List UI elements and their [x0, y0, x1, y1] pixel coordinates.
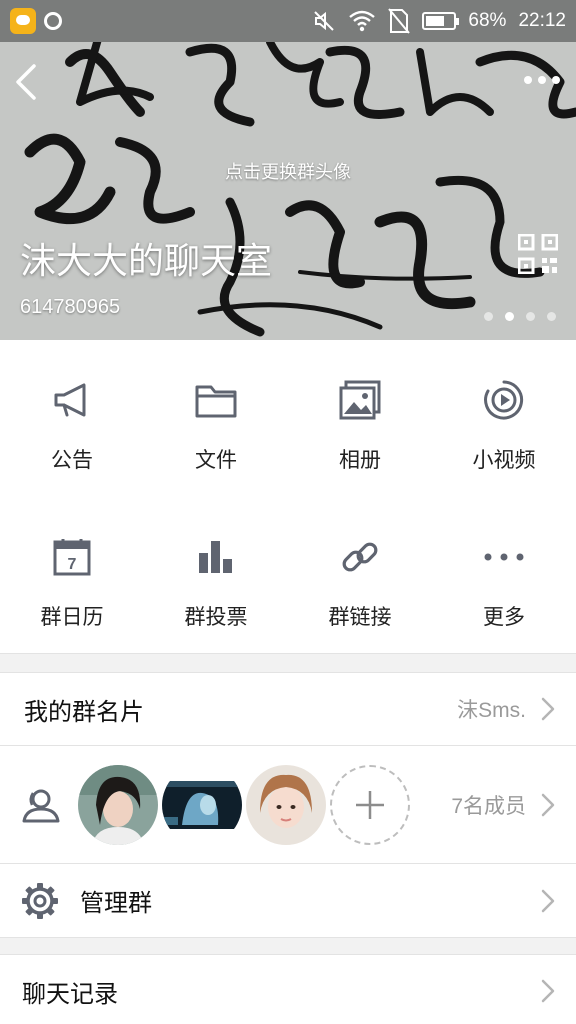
function-poll[interactable]: 群投票 [144, 497, 288, 654]
function-announcement[interactable]: 公告 [0, 340, 144, 497]
plus-icon [356, 790, 384, 819]
battery-percent: 68% [468, 10, 507, 31]
more-dots-icon [482, 535, 526, 579]
chat-app-icon [10, 8, 36, 34]
function-label: 文件 [195, 448, 237, 472]
function-label: 群链接 [328, 605, 392, 629]
megaphone-icon [50, 378, 94, 422]
function-link[interactable]: 群链接 [288, 497, 432, 654]
status-bar: 68% 22:12 [0, 0, 576, 42]
manage-group-row[interactable]: 管理群 [0, 864, 576, 938]
mute-icon [314, 11, 335, 31]
clock: 22:12 [518, 10, 566, 31]
my-group-card-row[interactable]: 我的群名片 沫Sms. [0, 672, 576, 746]
group-profile-page: 68% 22:12 点击更换群头像 沫大大的聊天室 614780965 公告 文… [0, 0, 576, 1024]
folder-icon [194, 378, 238, 422]
page-dot [505, 312, 514, 321]
chevron-right-icon [541, 793, 555, 816]
function-short-video[interactable]: 小视频 [432, 340, 576, 497]
video-icon [482, 378, 526, 422]
function-label: 小视频 [472, 448, 536, 472]
member-avatars [74, 764, 410, 845]
cover-page-indicator [484, 312, 556, 321]
function-label: 相册 [339, 448, 381, 472]
album-icon [338, 378, 382, 422]
status-left [10, 8, 62, 34]
my-group-card-label: 我的群名片 [24, 697, 144, 726]
member-avatar[interactable] [246, 764, 326, 845]
function-label: 群日历 [40, 605, 104, 629]
function-label: 更多 [483, 605, 525, 629]
chat-history-label: 聊天记录 [22, 979, 118, 1008]
group-id: 614780965 [20, 296, 121, 318]
chevron-right-icon [541, 697, 555, 721]
battery-level [426, 16, 445, 26]
record-icon [44, 12, 62, 30]
add-member-button[interactable] [330, 764, 410, 845]
function-label: 群投票 [184, 605, 248, 629]
function-files[interactable]: 文件 [144, 340, 288, 497]
member-count: 7名成员 [451, 794, 526, 818]
bar-chart-icon [194, 535, 238, 579]
group-name: 沫大大的聊天室 [20, 241, 273, 282]
status-right: 68% 22:12 [312, 8, 566, 34]
link-icon [338, 535, 382, 579]
chat-history-row[interactable]: 聊天记录 [0, 954, 576, 1024]
qr-code-icon[interactable] [518, 234, 558, 274]
member-avatar[interactable] [162, 764, 242, 845]
function-grid: 公告 文件 相册 小视频 7 群日历 群投票 群链接 更多 [0, 340, 576, 654]
function-calendar[interactable]: 7 群日历 [0, 497, 144, 654]
my-group-card-value: 沫Sms. [457, 699, 526, 722]
gear-icon [22, 882, 58, 919]
page-dot [484, 312, 493, 321]
change-avatar-hint[interactable]: 点击更换群头像 [0, 158, 576, 184]
back-arrow-icon[interactable] [10, 60, 46, 104]
chevron-right-icon [541, 889, 555, 912]
member-avatar[interactable] [78, 764, 158, 845]
group-cover[interactable]: 点击更换群头像 沫大大的聊天室 614780965 [0, 42, 576, 340]
page-dot [526, 312, 535, 321]
function-label: 公告 [51, 448, 93, 472]
members-row[interactable]: 7名成员 [0, 746, 576, 864]
wifi-icon [349, 10, 376, 32]
more-options-icon[interactable] [522, 70, 562, 90]
function-more[interactable]: 更多 [432, 497, 576, 654]
members-icon [22, 789, 60, 822]
calendar-day: 7 [68, 556, 77, 573]
manage-group-label: 管理群 [80, 889, 152, 917]
function-album[interactable]: 相册 [288, 340, 432, 497]
calendar-icon: 7 [50, 535, 94, 579]
battery-icon [422, 12, 460, 30]
chevron-right-icon [541, 979, 555, 1003]
page-dot [547, 312, 556, 321]
no-sim-icon [388, 8, 411, 34]
